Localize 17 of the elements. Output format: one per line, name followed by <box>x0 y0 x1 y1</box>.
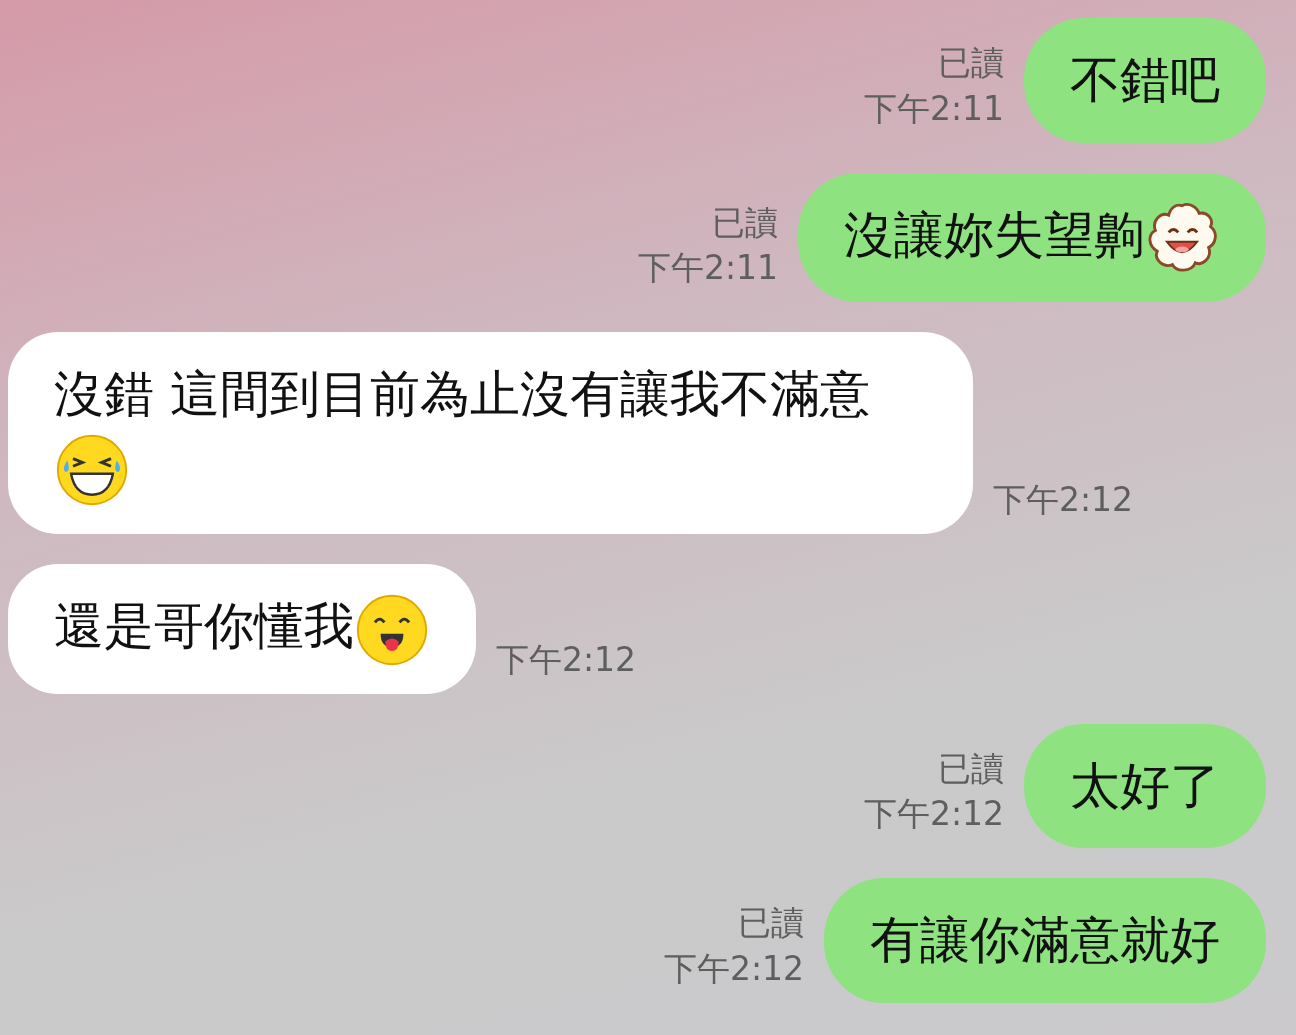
message-time: 下午2:12 <box>663 948 804 989</box>
message-time: 下午2:11 <box>637 248 778 288</box>
message-time: 下午2:12 <box>863 794 1004 834</box>
message-text: 有讓你滿意就好 <box>870 911 1220 969</box>
read-receipt: 已讀 <box>938 748 1004 789</box>
message-text: 沒錯 這間到目前為止沒有讓我不滿意 <box>54 365 870 423</box>
read-receipt: 已讀 <box>712 202 778 243</box>
message-time: 下午2:11 <box>863 88 1004 129</box>
message-time: 下午2:12 <box>993 480 1134 520</box>
laughing-tears-icon <box>54 432 130 508</box>
message-text: 還是哥你懂我 <box>54 597 354 655</box>
message-text: 沒讓妳失望齁 <box>844 205 1144 264</box>
message-text: 不錯吧 <box>1070 51 1220 109</box>
message-text: 太好了 <box>1070 756 1220 815</box>
read-receipt: 已讀 <box>938 43 1004 83</box>
message-time: 下午2:12 <box>496 639 637 680</box>
read-receipt: 已讀 <box>738 903 804 943</box>
